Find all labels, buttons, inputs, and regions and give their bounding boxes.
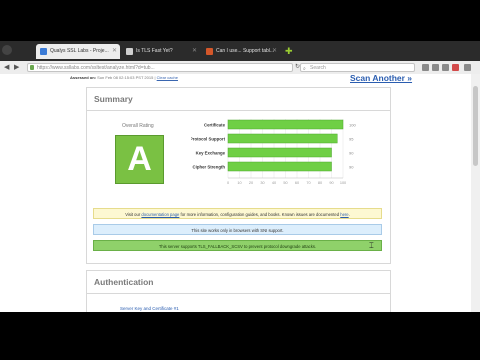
sni-notice: This site works only in browsers with SN… [93,224,382,235]
score-value-label: 95 [349,136,354,141]
assessment-info: Assessed on: Sun Feb 08 02:15:03 PST 201… [70,75,178,80]
category-label: Certificate [204,122,226,127]
x-tick-label: 0 [227,181,229,185]
browser-window: Qualys SSL Labs - Proje... ✕ Is TLS Fast… [0,41,480,312]
search-input[interactable]: ⌕ Search [300,63,415,72]
tab-istlsfastyet[interactable]: Is TLS Fast Yet? ✕ [122,44,200,59]
summary-panel: Summary Overall Rating A Certificate 100 P… [86,87,391,264]
tab-strip: Qualys SSL Labs - Proje... ✕ Is TLS Fast… [0,41,480,61]
tab-ssllabs[interactable]: Qualys SSL Labs - Proje... ✕ [36,44,120,59]
url-bar[interactable]: https://www.ssllabs.com/ssltest/analyze.… [27,63,293,72]
navigation-bar: ◀ ▶ https://www.ssllabs.com/ssltest/anal… [0,61,480,75]
doc-prefix: Visit our [125,212,141,217]
close-tab-icon[interactable]: ✕ [112,44,117,59]
window-menu-icon[interactable] [2,45,12,55]
downloads-icon[interactable] [432,64,439,71]
close-tab-icon[interactable]: ✕ [272,44,277,59]
lock-icon [30,65,34,70]
url-text: https://www.ssllabs.com/ssltest/analyze.… [37,65,155,71]
assessed-date: Sun Feb 08 02:15:03 PST 2015 [97,75,154,80]
score-bar [227,133,338,144]
documentation-notice: Visit our documentation page for more in… [93,208,382,219]
category-label: Key Exchange [196,150,226,155]
new-tab-button[interactable]: ✚ [282,44,296,59]
page-icon [126,48,133,55]
scan-another-link[interactable]: Scan Another » [350,74,412,83]
addon-icon[interactable] [452,64,459,71]
category-label: Protocol Support [191,136,226,141]
separator: | [154,75,156,80]
x-tick-label: 70 [306,181,310,185]
authentication-title: Authentication [94,277,154,287]
clear-cache-link[interactable]: Clear cache [157,75,178,80]
summary-title: Summary [94,94,133,104]
documentation-link[interactable]: documentation page [141,212,179,217]
divider [87,110,390,111]
score-value-label: 100 [349,122,356,127]
page-content: Assessed on: Sun Feb 08 02:15:03 PST 201… [0,74,480,312]
certificate-heading[interactable]: Server Key and Certificate #1 [120,306,179,311]
home-icon[interactable] [442,64,449,71]
rating-chart: Certificate 100Protocol Support 95Key Exch… [191,119,356,185]
mouse-cursor-icon: ⌶ [369,241,374,250]
back-button[interactable]: ◀ [4,63,9,72]
forward-button[interactable]: ▶ [14,63,19,72]
x-tick-label: 20 [249,181,253,185]
ssllabs-icon [40,48,47,55]
tab-caniuse[interactable]: Can I use... Support tabl... ✕ [202,44,280,59]
close-tab-icon[interactable]: ✕ [192,44,197,59]
score-bar [227,161,332,172]
x-tick-label: 100 [340,181,346,185]
bookmark-icon[interactable] [422,64,429,71]
score-value-label: 90 [349,150,354,155]
x-tick-label: 80 [318,181,322,185]
scrollbar-thumb[interactable] [473,86,478,166]
score-value-label: 90 [349,164,354,169]
score-bar [227,147,332,158]
fallback-scsv-notice: This server supports TLS_FALLBACK_SCSV t… [93,240,382,251]
x-tick-label: 40 [272,181,276,185]
overall-rating-label: Overall Rating [122,123,154,129]
x-tick-label: 90 [329,181,333,185]
score-bar [227,119,344,130]
tab-title: Is TLS Fast Yet? [136,48,173,54]
x-tick-label: 10 [237,181,241,185]
known-issues-link[interactable]: here [340,212,348,217]
menu-icon[interactable] [464,64,471,71]
x-tick-label: 30 [260,181,264,185]
x-tick-label: 60 [295,181,299,185]
divider [87,293,390,294]
category-label: Cipher Strength [193,164,226,169]
caniuse-icon [206,48,213,55]
vertical-scrollbar[interactable] [471,74,480,312]
search-icon: ⌕ [303,66,306,72]
assessed-label: Assessed on: [70,75,97,80]
authentication-panel: Authentication Server Key and Certificat… [86,270,391,312]
doc-suffix: for more information, configuration guid… [180,212,340,217]
tab-title: Can I use... Support tabl... [216,48,275,54]
grade-badge: A [115,135,164,184]
search-placeholder: Search [310,65,326,71]
x-tick-label: 50 [283,181,287,185]
tab-title: Qualys SSL Labs - Proje... [50,48,109,54]
